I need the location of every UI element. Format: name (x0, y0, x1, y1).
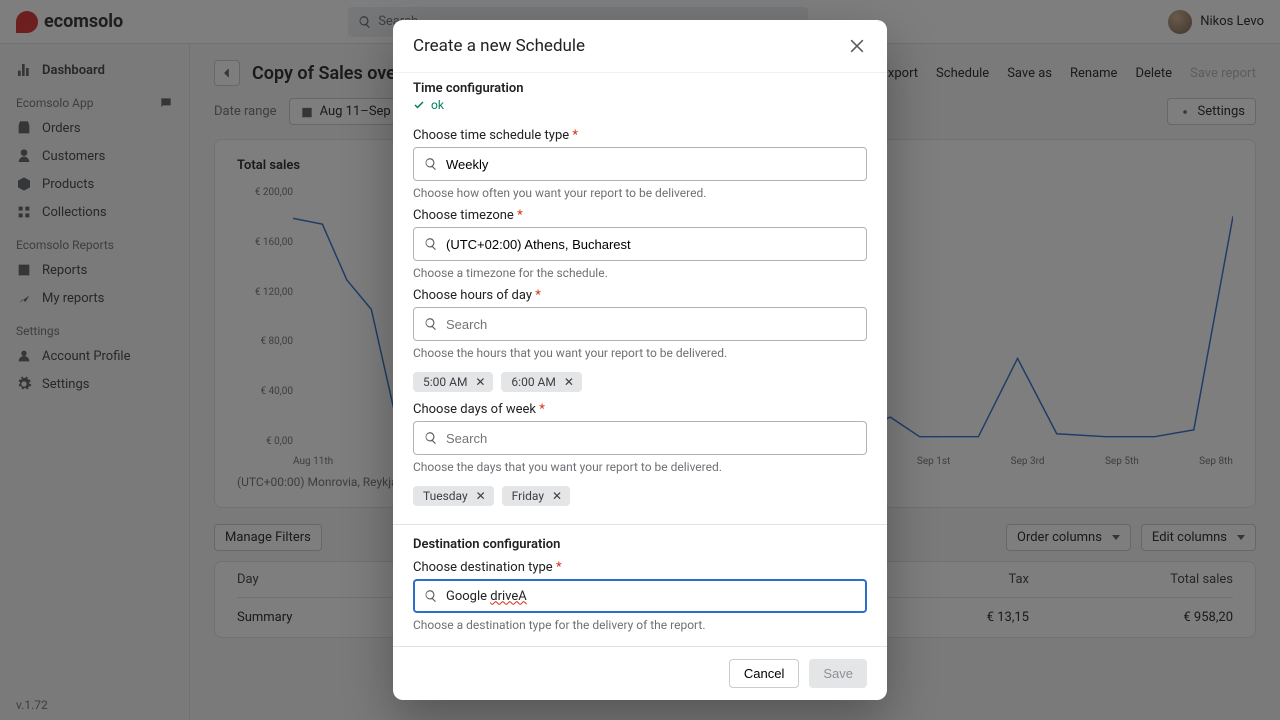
chip-remove[interactable]: ✕ (562, 375, 576, 389)
chip-hour: 5:00 AM✕ (413, 372, 493, 392)
check-icon (413, 99, 425, 111)
dest-config-heading: Destination configuration (393, 531, 887, 554)
validation-ok: ok (393, 98, 887, 122)
timezone-help: Choose a timezone for the schedule. (413, 266, 867, 280)
days-help: Choose the days that you want your repor… (413, 460, 867, 474)
search-icon (424, 589, 438, 603)
timezone-select[interactable] (413, 227, 867, 261)
schedule-modal: Create a new Schedule Time configuration… (393, 20, 887, 700)
timezone-label: Choose timezone * (413, 208, 867, 223)
days-label: Choose days of week * (413, 402, 867, 417)
chip-remove[interactable]: ✕ (474, 489, 488, 503)
schedule-type-select[interactable] (413, 147, 867, 181)
modal-title: Create a new Schedule (413, 36, 585, 56)
save-button[interactable]: Save (809, 659, 867, 688)
dest-type-help: Choose a destination type for the delive… (413, 618, 867, 632)
hours-label: Choose hours of day * (413, 288, 867, 303)
hours-help: Choose the hours that you want your repo… (413, 346, 867, 360)
search-icon (424, 237, 438, 251)
days-input[interactable] (446, 431, 856, 446)
chip-remove[interactable]: ✕ (550, 489, 564, 503)
chip-day: Friday✕ (502, 486, 570, 506)
chip-day: Tuesday✕ (413, 486, 494, 506)
chip-remove[interactable]: ✕ (473, 375, 487, 389)
schedule-type-label: Choose time schedule type * (413, 128, 867, 143)
days-select[interactable] (413, 421, 867, 455)
cancel-button[interactable]: Cancel (729, 659, 799, 688)
search-icon (424, 157, 438, 171)
chip-hour: 6:00 AM✕ (501, 372, 581, 392)
search-icon (424, 317, 438, 331)
hours-select[interactable] (413, 307, 867, 341)
schedule-type-help: Choose how often you want your report to… (413, 186, 867, 200)
close-icon[interactable] (847, 36, 867, 56)
time-config-heading: Time configuration (393, 75, 887, 98)
timezone-input[interactable] (446, 237, 856, 252)
day-chips: Tuesday✕ Friday✕ (393, 476, 887, 510)
search-icon (424, 431, 438, 445)
dest-type-input[interactable]: Google driveA (446, 589, 856, 604)
dest-type-label: Choose destination type * (413, 560, 867, 575)
hours-input[interactable] (446, 317, 856, 332)
modal-overlay[interactable]: Create a new Schedule Time configuration… (0, 0, 1280, 720)
hour-chips: 5:00 AM✕ 6:00 AM✕ (393, 362, 887, 396)
schedule-type-input[interactable] (446, 157, 856, 172)
dest-type-select[interactable]: Google driveA (413, 579, 867, 613)
